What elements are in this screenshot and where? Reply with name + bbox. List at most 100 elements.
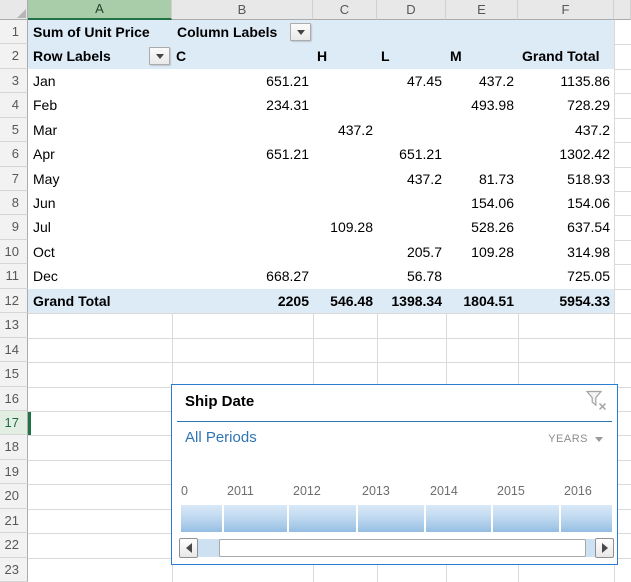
row-header-6[interactable]: 6 — [0, 142, 28, 166]
pivot-grand-total-cell[interactable]: 2205 — [172, 289, 313, 313]
pivot-data-cell[interactable]: 437.2 — [446, 69, 518, 93]
pivot-value-field-label[interactable]: Sum of Unit Price — [28, 20, 172, 44]
pivot-data-cell[interactable]: 81.73 — [446, 167, 518, 191]
column-header-d[interactable]: D — [377, 0, 446, 20]
pivot-row-label[interactable]: Apr — [28, 142, 172, 166]
column-labels-filter-button[interactable] — [290, 23, 311, 41]
column-header-e[interactable]: E — [446, 0, 518, 20]
timeline-period-segment[interactable] — [426, 505, 491, 532]
pivot-data-cell[interactable]: 437.2 — [377, 167, 446, 191]
pivot-data-cell[interactable]: 47.45 — [377, 69, 446, 93]
column-header-partial[interactable] — [614, 0, 631, 20]
row-header-15[interactable]: 15 — [0, 362, 28, 386]
column-header-f[interactable]: F — [518, 0, 614, 20]
row-header-8[interactable]: 8 — [0, 191, 28, 215]
pivot-data-cell[interactable]: 437.2 — [313, 118, 377, 142]
pivot-data-cell[interactable]: 725.05 — [518, 264, 614, 288]
pivot-data-cell[interactable]: 314.98 — [518, 240, 614, 264]
row-header-3[interactable]: 3 — [0, 69, 28, 93]
pivot-data-cell[interactable]: 234.31 — [172, 93, 313, 117]
pivot-data-cell[interactable]: 668.27 — [172, 264, 313, 288]
pivot-data-cell[interactable]: 437.2 — [518, 118, 614, 142]
timeline-tick-label: 2012 — [293, 484, 321, 498]
pivot-data-cell[interactable]: 728.29 — [518, 93, 614, 117]
pivot-row-label[interactable]: Oct — [28, 240, 172, 264]
pivot-data-cell[interactable]: 637.54 — [518, 215, 614, 239]
pivot-grand-total-cell[interactable]: 1804.51 — [446, 289, 518, 313]
row-header-20[interactable]: 20 — [0, 484, 28, 508]
pivot-grand-total-label[interactable]: Grand Total — [28, 289, 172, 313]
pivot-data-cell[interactable]: 109.28 — [313, 215, 377, 239]
pivot-column-header[interactable]: C — [172, 44, 313, 68]
row-header-22[interactable]: 22 — [0, 533, 28, 557]
pivot-data-cell[interactable]: 109.28 — [446, 240, 518, 264]
pivot-data-cell[interactable]: 154.06 — [446, 191, 518, 215]
clear-filter-button[interactable] — [585, 390, 609, 412]
pivot-row-label[interactable]: Mar — [28, 118, 172, 142]
timeline-period-segment[interactable] — [224, 505, 287, 532]
row-header-5[interactable]: 5 — [0, 118, 28, 142]
row-header-18[interactable]: 18 — [0, 435, 28, 459]
pivot-row-label[interactable]: Jul — [28, 215, 172, 239]
pivot-column-header[interactable]: M — [446, 44, 518, 68]
scroll-right-button[interactable] — [595, 538, 614, 558]
scroll-left-button[interactable] — [179, 538, 198, 558]
pivot-row-label[interactable]: Feb — [28, 93, 172, 117]
column-header-c[interactable]: C — [313, 0, 377, 20]
row-header-9[interactable]: 9 — [0, 215, 28, 239]
pivot-data-cell[interactable]: 154.06 — [518, 191, 614, 215]
pivot-data-cell[interactable]: 56.78 — [377, 264, 446, 288]
row-header-10[interactable]: 10 — [0, 240, 28, 264]
row-header-17[interactable]: 17 — [0, 411, 28, 435]
pivot-data-cell[interactable]: 1302.42 — [518, 142, 614, 166]
row-header-19[interactable]: 19 — [0, 460, 28, 484]
timeline-scrollbar-thumb[interactable] — [219, 539, 586, 557]
time-level-label: YEARS — [548, 433, 588, 445]
row-header-12[interactable]: 12 — [0, 289, 28, 313]
pivot-data-cell[interactable]: 651.21 — [377, 142, 446, 166]
row-header-21[interactable]: 21 — [0, 509, 28, 533]
column-header-b[interactable]: B — [172, 0, 313, 20]
pivot-row-label[interactable]: Jun — [28, 191, 172, 215]
time-level-dropdown[interactable]: YEARS — [548, 433, 603, 445]
pivot-column-labels-cell[interactable]: Column Labels — [172, 20, 289, 44]
pivot-data-cell[interactable]: 651.21 — [172, 142, 313, 166]
row-header-14[interactable]: 14 — [0, 338, 28, 362]
row-header-23[interactable]: 23 — [0, 558, 28, 582]
timeline-period-segment[interactable] — [493, 505, 559, 532]
pivot-data-cell[interactable]: 528.26 — [446, 215, 518, 239]
pivot-row-label[interactable]: May — [28, 167, 172, 191]
column-header-a[interactable]: A — [28, 0, 172, 20]
row-header-13[interactable]: 13 — [0, 313, 28, 337]
pivot-data-cell[interactable]: 493.98 — [446, 93, 518, 117]
row-header-2[interactable]: 2 — [0, 44, 28, 68]
pivot-row: Jun 154.06154.06 — [28, 191, 614, 215]
pivot-row-labels-cell[interactable]: Row Labels — [28, 44, 148, 68]
pivot-row-label[interactable]: Dec — [28, 264, 172, 288]
timeline-period-segment[interactable] — [289, 505, 356, 532]
row-header-1[interactable]: 1 — [0, 20, 28, 44]
row-header-16[interactable]: 16 — [0, 387, 28, 411]
timeline-slicer-ship-date[interactable]: Ship Date All Periods YEARS 020112012201… — [171, 384, 618, 565]
timeline-period-segment[interactable] — [561, 505, 612, 532]
pivot-grand-total-cell[interactable]: 546.48 — [313, 289, 377, 313]
pivot-data-cell[interactable]: 518.93 — [518, 167, 614, 191]
pivot-data-cell[interactable]: 651.21 — [172, 69, 313, 93]
funnel-x-icon — [585, 390, 609, 412]
row-labels-filter-button[interactable] — [149, 47, 170, 65]
timeline-period-segment[interactable] — [358, 505, 424, 532]
row-header-4[interactable]: 4 — [0, 93, 28, 117]
row-header-7[interactable]: 7 — [0, 167, 28, 191]
pivot-column-header[interactable]: L — [377, 44, 446, 68]
pivot-column-header[interactable]: H — [313, 44, 377, 68]
pivot-row: Dec668.27 56.78 725.05 — [28, 264, 614, 288]
pivot-data-cell[interactable]: 205.7 — [377, 240, 446, 264]
pivot-grand-total-cell[interactable]: 1398.34 — [377, 289, 446, 313]
pivot-grand-total-cell[interactable]: 5954.33 — [518, 289, 614, 313]
pivot-column-header[interactable]: Grand Total — [518, 44, 614, 68]
select-all-corner[interactable] — [0, 0, 28, 20]
timeline-period-segment[interactable] — [181, 505, 222, 532]
pivot-row-label[interactable]: Jan — [28, 69, 172, 93]
pivot-data-cell[interactable]: 1135.86 — [518, 69, 614, 93]
row-header-11[interactable]: 11 — [0, 264, 28, 288]
